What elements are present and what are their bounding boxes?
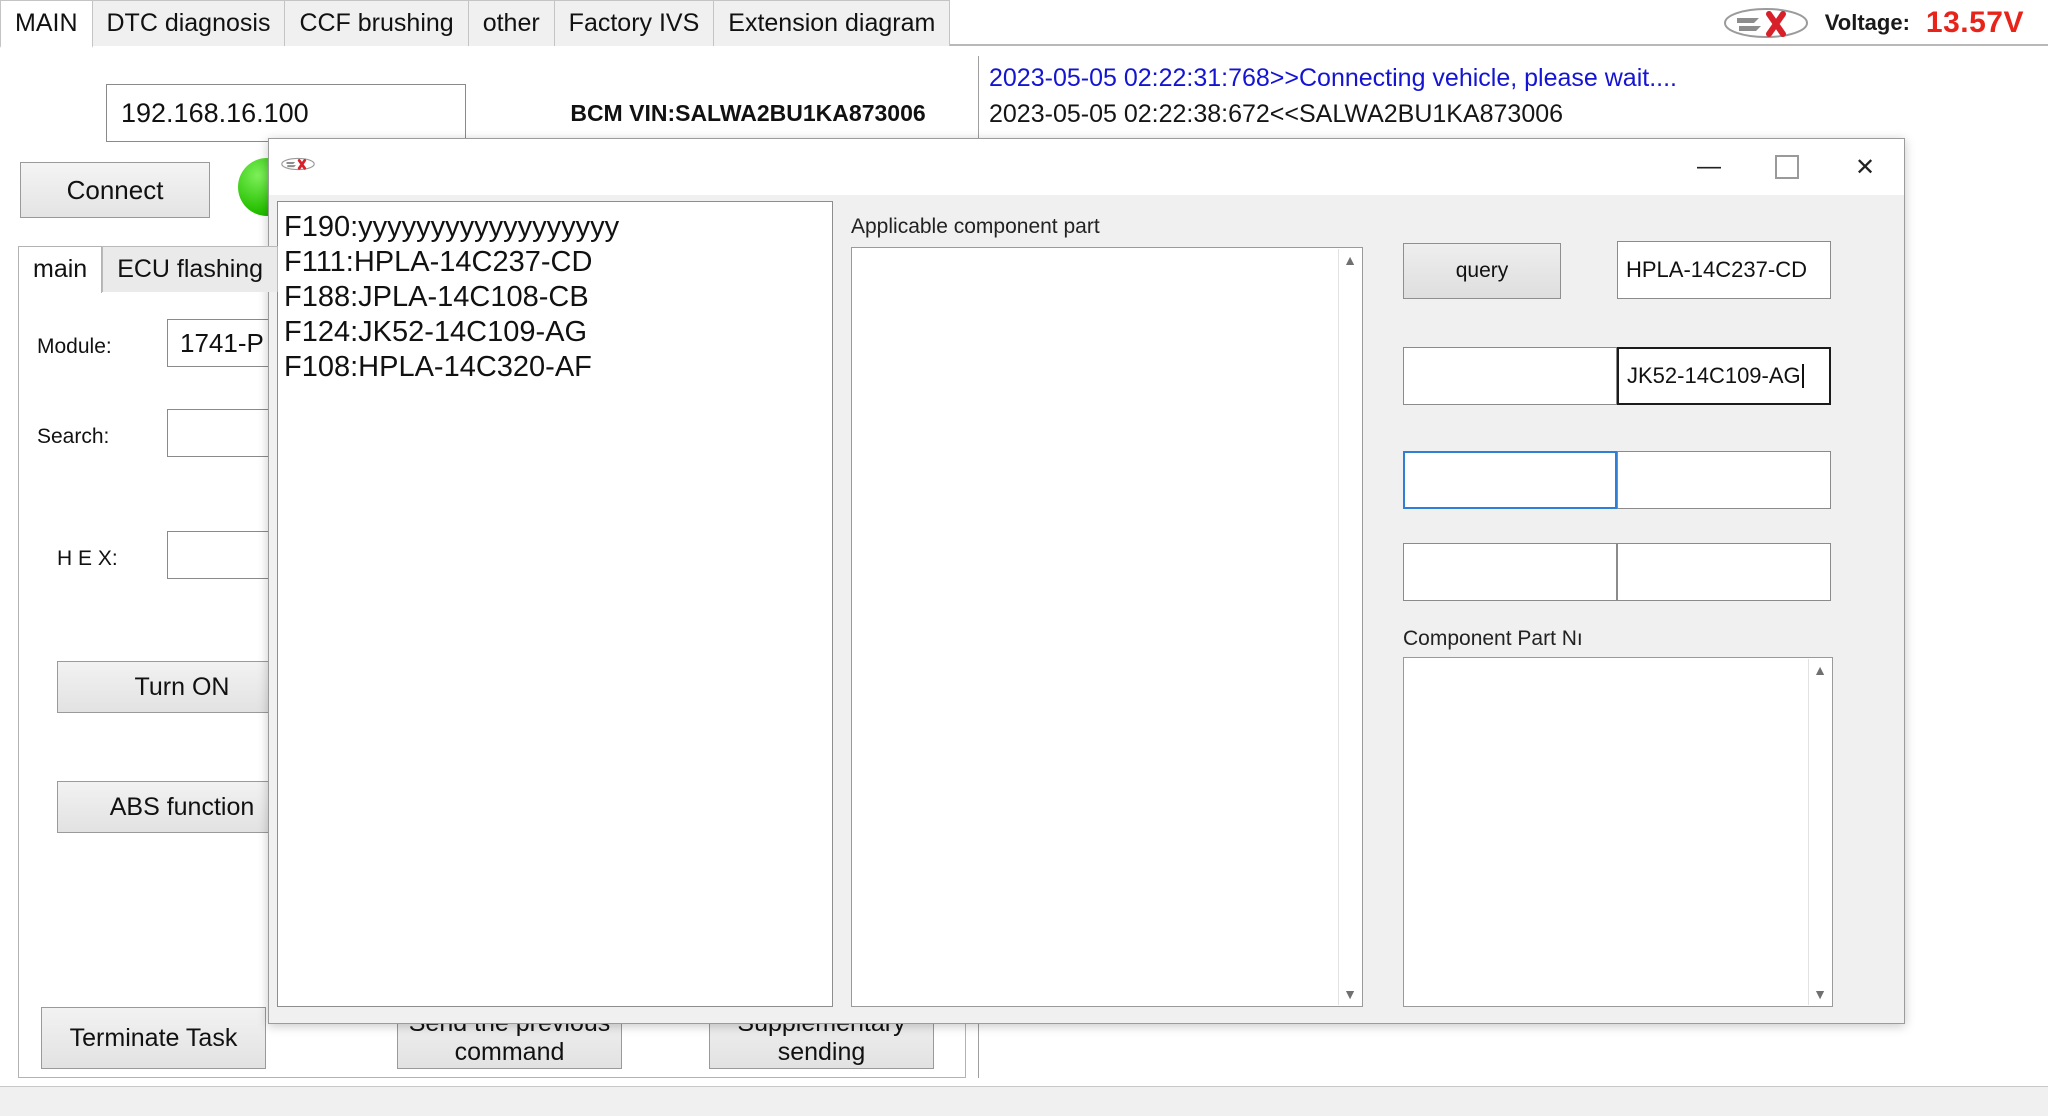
applicable-component-part-textarea[interactable]: ▲ ▼ <box>851 247 1363 1007</box>
component-part-number-textarea[interactable]: ▲ ▼ <box>1403 657 1833 1007</box>
log-line: 2023-05-05 02:22:38:672<<SALWA2BU1KA8730… <box>989 100 1564 128</box>
tab-other[interactable]: other <box>468 0 555 46</box>
list-item[interactable]: F108:HPLA-14C320-AF <box>284 350 826 385</box>
close-button[interactable]: ✕ <box>1826 139 1904 195</box>
hex-label: H E X: <box>57 547 118 570</box>
part-number-input-1[interactable]: HPLA-14C237-CD <box>1617 241 1831 299</box>
part-number-input-left-2[interactable] <box>1403 451 1617 509</box>
chevron-up-icon[interactable]: ▲ <box>1809 659 1831 681</box>
main-tab-list: MAIN DTC diagnosis CCF brushing other Fa… <box>0 0 951 48</box>
application-window: MAIN DTC diagnosis CCF brushing other Fa… <box>0 0 2048 1116</box>
log-line: 2023-05-05 02:22:31:768>>Connecting vehi… <box>989 64 1677 92</box>
maximize-button[interactable] <box>1748 139 1826 195</box>
dialog-titlebar[interactable]: — ✕ <box>269 139 1904 195</box>
part-number-input-2[interactable]: JK52-14C109-AG <box>1617 347 1831 405</box>
applicable-component-part-label: Applicable component part <box>851 215 1100 238</box>
module-label: Module: <box>37 335 112 358</box>
dialog-window-controls: — ✕ <box>1670 139 1904 195</box>
status-bar <box>0 1086 2048 1116</box>
tab-main-inner[interactable]: main <box>18 246 103 293</box>
dialog-body: F190:yyyyyyyyyyyyyyyyyy F111:HPLA-14C237… <box>269 195 1904 1023</box>
part-number-input-4[interactable] <box>1617 543 1831 601</box>
tab-main[interactable]: MAIN <box>0 0 93 48</box>
tab-extension-diagram[interactable]: Extension diagram <box>714 0 951 46</box>
terminate-task-button[interactable]: Terminate Task <box>41 1007 266 1069</box>
component-part-dialog: — ✕ F190:yyyyyyyyyyyyyyyyyy F111:HPLA-14… <box>268 138 1905 1024</box>
ip-address-input[interactable]: 192.168.16.100 <box>106 84 466 142</box>
query-button[interactable]: query <box>1403 243 1561 299</box>
part-number-input-left-1[interactable] <box>1403 347 1617 405</box>
voltage-label: Voltage: <box>1824 10 1910 35</box>
sx-oval-logo-icon <box>281 149 315 179</box>
chevron-down-icon[interactable]: ▼ <box>1809 983 1831 1005</box>
voltage-value: 13.57V <box>1925 6 2024 39</box>
tab-ccf-brushing[interactable]: CCF brushing <box>285 0 469 46</box>
part-number-input-3[interactable] <box>1617 451 1831 509</box>
text-cursor <box>1801 364 1804 388</box>
part-list-box[interactable]: F190:yyyyyyyyyyyyyyyyyy F111:HPLA-14C237… <box>277 201 833 1007</box>
part-number-input-left-3[interactable] <box>1403 543 1617 601</box>
part-number-input-2-text: JK52-14C109-AG <box>1627 363 1801 388</box>
component-part-scrollbar[interactable]: ▲ ▼ <box>1808 659 1831 1005</box>
chevron-down-icon[interactable]: ▼ <box>1339 983 1361 1005</box>
list-item[interactable]: F124:JK52-14C109-AG <box>284 315 826 350</box>
search-label: Search: <box>37 425 110 448</box>
applicable-scrollbar[interactable]: ▲ ▼ <box>1338 249 1361 1005</box>
list-item[interactable]: F188:JPLA-14C108-CB <box>284 280 826 315</box>
main-tabstrip: MAIN DTC diagnosis CCF brushing other Fa… <box>0 0 2048 48</box>
sx-oval-logo-icon <box>1723 6 1809 40</box>
list-item[interactable]: F190:yyyyyyyyyyyyyyyyyy <box>284 210 826 245</box>
maximize-icon <box>1775 155 1799 179</box>
brand-voltage-area: Voltage: 13.57V <box>1723 0 2024 46</box>
bcm-vin-label: BCM VIN:SALWA2BU1KA873006 <box>570 99 926 126</box>
left-panel-tab-list: main ECU flashing <box>18 246 279 293</box>
chevron-up-icon[interactable]: ▲ <box>1339 249 1361 271</box>
connect-button[interactable]: Connect <box>20 162 210 218</box>
tab-ecu-flashing[interactable]: ECU flashing <box>102 246 279 292</box>
component-part-number-label: Component Part Nı <box>1403 627 1583 650</box>
minimize-button[interactable]: — <box>1670 139 1748 195</box>
tab-factory-ivs[interactable]: Factory IVS <box>554 0 715 46</box>
tab-dtc-diagnosis[interactable]: DTC diagnosis <box>92 0 286 46</box>
list-item[interactable]: F111:HPLA-14C237-CD <box>284 245 826 280</box>
